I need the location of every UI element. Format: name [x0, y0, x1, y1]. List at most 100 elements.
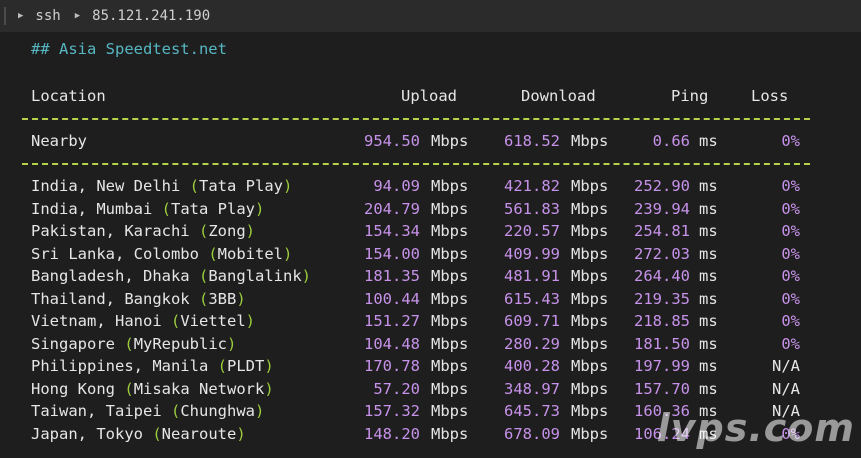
speed-unit: Mbps [571, 265, 608, 287]
speed-unit: Mbps [571, 423, 608, 445]
row-city: Pakistan, Karachi [31, 222, 190, 240]
paren-open-icon: ( [208, 245, 217, 263]
table-row: India, Mumbai (Tata Play)204.79Mbps561.8… [0, 198, 861, 220]
ping-unit: ms [699, 130, 718, 152]
row-isp: Chunghwa [180, 402, 255, 420]
row-isp: PLDT [227, 357, 264, 375]
row-loss: 0% [781, 198, 800, 220]
row-city: Thailand, Bangkok [31, 290, 190, 308]
row-city: Bangladesh, Dhaka [31, 267, 190, 285]
row-download: 678.09 [504, 423, 560, 445]
speed-unit: Mbps [431, 333, 468, 355]
table-row: Pakistan, Karachi (Zong)154.34Mbps220.57… [0, 220, 861, 242]
row-loss: N/A [772, 355, 800, 377]
row-loss: 0% [781, 243, 800, 265]
speed-unit: Mbps [431, 220, 468, 242]
paren-close-icon: ) [283, 177, 292, 195]
paren-close-icon: ) [283, 245, 292, 263]
titlebar-edge [4, 7, 6, 25]
paren-close-icon: ) [236, 290, 245, 308]
ping-unit: ms [699, 175, 718, 197]
table-row: Hong Kong (Misaka Network)57.20Mbps348.9… [0, 378, 861, 400]
table-row: India, New Delhi (Tata Play)94.09Mbps421… [0, 175, 861, 197]
row-city: Vietnam, Hanoi [31, 312, 162, 330]
row-loss: 0% [781, 265, 800, 287]
row-location: Philippines, Manila (PLDT) [31, 355, 274, 377]
row-download: 609.71 [504, 310, 560, 332]
col-download: Download [521, 85, 596, 107]
row-upload: 57.20 [373, 378, 420, 400]
row-location: Singapore (MyRepublic) [31, 333, 236, 355]
row-upload: 181.35 [364, 265, 420, 287]
col-ping: Ping [671, 85, 708, 107]
row-upload: 154.34 [364, 220, 420, 242]
nearby-download: 618.52 [504, 130, 560, 152]
ping-unit: ms [699, 378, 718, 400]
col-location: Location [31, 85, 106, 107]
row-city: India, Mumbai [31, 200, 152, 218]
row-city: Singapore [31, 335, 115, 353]
row-download: 615.43 [504, 288, 560, 310]
row-location: Japan, Tokyo (Nearoute) [31, 423, 246, 445]
speed-unit: Mbps [571, 198, 608, 220]
row-ping: 264.40 [634, 265, 690, 287]
ping-unit: ms [699, 288, 718, 310]
row-download: 400.28 [504, 355, 560, 377]
speed-unit: Mbps [431, 310, 468, 332]
table-row: Vietnam, Hanoi (Viettel)151.27Mbps609.71… [0, 310, 861, 332]
table-row: Sri Lanka, Colombo (Mobitel)154.00Mbps40… [0, 243, 861, 265]
ping-unit: ms [699, 198, 718, 220]
table-row: Philippines, Manila (PLDT) 170.78 Mbps 400.… [0, 355, 861, 377]
paren-open-icon: ( [171, 402, 180, 420]
separator-line [22, 118, 810, 120]
nearby-location: Nearby [31, 130, 87, 152]
speed-unit: Mbps [571, 175, 608, 197]
speed-unit: Mbps [571, 243, 608, 265]
row-location: Bangladesh, Dhaka (Banglalink) [31, 265, 311, 287]
speed-unit: Mbps [571, 288, 608, 310]
row-city: Japan, Tokyo [31, 425, 143, 443]
paren-close-icon: ) [264, 357, 273, 375]
paren-open-icon: ( [124, 335, 133, 353]
row-ping: 239.94 [634, 198, 690, 220]
speed-unit: Mbps [571, 355, 608, 377]
paren-open-icon: ( [199, 267, 208, 285]
row-city: Hong Kong [31, 380, 115, 398]
row-download: 561.83 [504, 198, 560, 220]
paren-open-icon: ( [152, 425, 161, 443]
nearby-row: Nearby 954.50 Mbps 618.52 Mbps 0.66 ms 0… [0, 130, 861, 152]
row-ping: 254.81 [634, 220, 690, 242]
terminal-output[interactable]: ## Asia Speedtest.net Location Upload Do… [0, 32, 861, 458]
row-city: India, New Delhi [31, 177, 180, 195]
row-loss: 0% [781, 310, 800, 332]
row-location: Sri Lanka, Colombo (Mobitel) [31, 243, 292, 265]
paren-open-icon: ( [162, 200, 171, 218]
paren-close-icon: ) [264, 380, 273, 398]
row-isp: Misaka Network [134, 380, 265, 398]
row-ping: 157.70 [634, 378, 690, 400]
ping-unit: ms [699, 243, 718, 265]
separator-line [22, 163, 810, 165]
speed-unit: Mbps [431, 265, 468, 287]
speed-unit: Mbps [571, 130, 608, 152]
paren-open-icon: ( [199, 222, 208, 240]
row-ping: 219.35 [634, 288, 690, 310]
breadcrumb-host[interactable]: 85.121.241.190 [92, 8, 210, 24]
section-title: ## Asia Speedtest.net [31, 40, 227, 58]
nearby-ping: 0.66 [653, 130, 690, 152]
row-upload: 100.44 [364, 288, 420, 310]
speed-unit: Mbps [571, 400, 608, 422]
row-loss: N/A [772, 378, 800, 400]
speed-unit: Mbps [431, 130, 468, 152]
paren-close-icon: ) [255, 402, 264, 420]
paren-close-icon: ) [302, 267, 311, 285]
row-upload: 204.79 [364, 198, 420, 220]
row-loss: 0% [781, 288, 800, 310]
row-ping: 218.85 [634, 310, 690, 332]
paren-close-icon: ) [246, 222, 255, 240]
row-upload: 170.78 [364, 355, 420, 377]
chevron-right-icon: ▶ [75, 11, 80, 21]
breadcrumb-ssh[interactable]: ssh [35, 8, 60, 24]
row-isp: Mobitel [218, 245, 283, 263]
row-isp: 3BB [208, 290, 236, 308]
